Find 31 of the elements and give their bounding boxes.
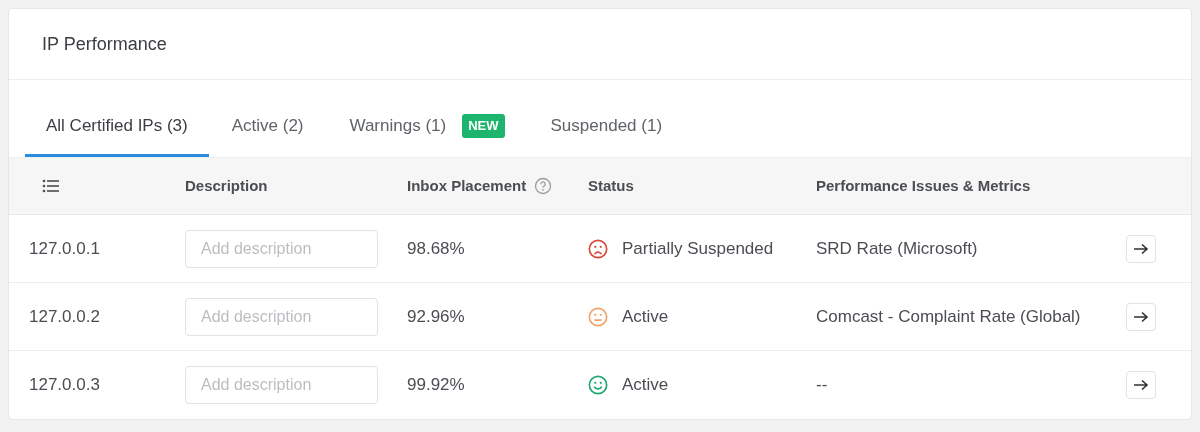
arrow-right-icon bbox=[1133, 242, 1149, 255]
new-badge: NEW bbox=[462, 114, 505, 138]
list-icon[interactable] bbox=[42, 178, 60, 193]
inbox-placement: 99.92% bbox=[407, 375, 465, 395]
tab[interactable]: Active (2) bbox=[208, 108, 327, 157]
arrow-right-icon bbox=[1133, 310, 1149, 323]
card-title: IP Performance bbox=[42, 32, 167, 56]
status-label: Partially Suspended bbox=[622, 237, 774, 260]
column-header: Performance Issues & Metrics bbox=[816, 175, 1031, 196]
inbox-placement: 92.96% bbox=[407, 306, 465, 326]
tab[interactable]: Warnings (1) NEW bbox=[326, 108, 528, 157]
arrow-button[interactable] bbox=[1126, 234, 1156, 263]
performance-issue: SRD Rate (Microsoft) bbox=[816, 238, 978, 258]
description-field[interactable]: Add description bbox=[185, 297, 378, 336]
arrow-right-icon bbox=[1133, 379, 1149, 391]
ip-address: 127.0.0.3 bbox=[29, 375, 100, 395]
description-field[interactable]: Add description bbox=[185, 229, 378, 268]
ip-address: 127.0.0.1 bbox=[29, 238, 100, 258]
column-header: Description bbox=[185, 175, 268, 196]
tab[interactable]: Suspended (1) bbox=[527, 108, 686, 157]
status-label: Active bbox=[622, 374, 669, 397]
arrow-button[interactable] bbox=[1126, 302, 1156, 331]
inbox-placement: 98.68% bbox=[407, 238, 465, 258]
arrow-button[interactable] bbox=[1126, 371, 1156, 399]
description-field[interactable]: Add description bbox=[185, 366, 378, 404]
status-label: Active bbox=[622, 305, 669, 328]
ip-address: 127.0.0.2 bbox=[29, 306, 100, 326]
column-header: Inbox Placement bbox=[407, 175, 527, 196]
performance-issue: -- bbox=[816, 375, 828, 395]
performance-issue: Comcast - Complaint Rate (Global) bbox=[816, 306, 1081, 326]
column-header: Status bbox=[588, 175, 634, 196]
